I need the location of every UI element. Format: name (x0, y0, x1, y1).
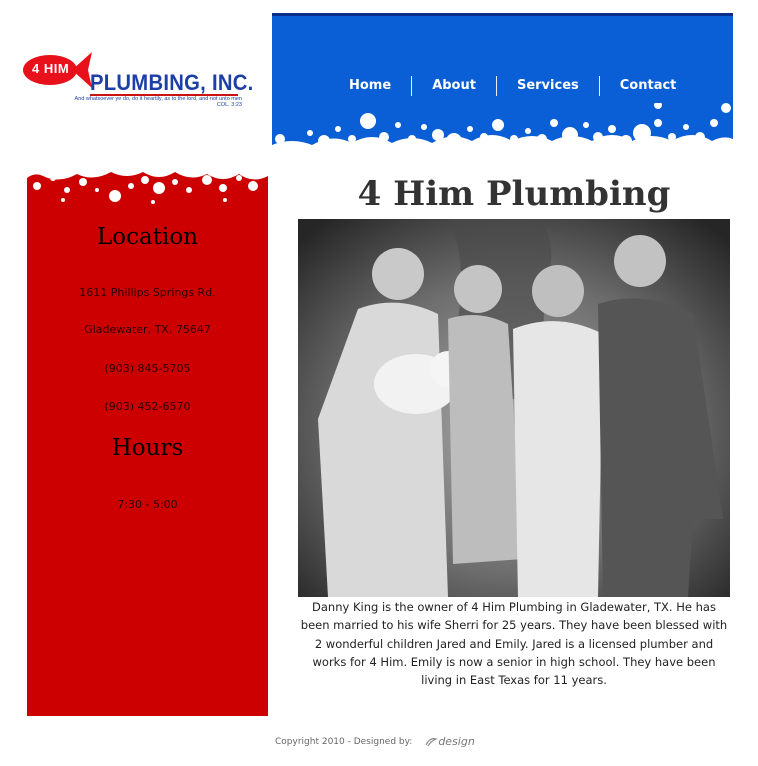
header-banner: Home About Services Contact (272, 13, 733, 163)
address-line2: Gladewater, TX. 75647 (84, 323, 211, 336)
bubbles-decoration (27, 162, 268, 204)
nav-contact[interactable]: Contact (600, 76, 697, 96)
phone-1[interactable]: (903) 845-5705 (27, 362, 268, 375)
hours-text: 7:30 - 5:00 (117, 498, 178, 511)
hours-heading: Hours (111, 435, 184, 461)
sidebar: Location 1611 Phillips Springs Rd. Glade… (27, 162, 268, 716)
logo-verse: And whatsoever ye do, do it heartily, as… (36, 96, 242, 108)
designer-name: design (438, 735, 475, 748)
nav-divider (495, 76, 497, 96)
footer: Copyright 2010 - Designed by: design (275, 735, 475, 748)
main-nav: Home About Services Contact (272, 76, 733, 96)
nav-home[interactable]: Home (329, 76, 411, 96)
page-title: 4 Him Plumbing (357, 174, 671, 214)
designer-logo[interactable]: design (424, 735, 475, 748)
nav-services[interactable]: Services (497, 76, 599, 96)
family-photo-image (298, 219, 730, 597)
nav-divider (598, 76, 600, 96)
footer-copyright: Copyright 2010 - Designed by: (275, 736, 413, 747)
designer-swoosh-icon (425, 738, 439, 747)
family-photo (298, 219, 730, 597)
owner-bio: Danny King is the owner of 4 Him Plumbin… (300, 600, 728, 688)
address-line1: 1611 Phillips Springs Rd. (79, 286, 216, 299)
logo-verse-ref: COL. 3:23 (216, 102, 242, 108)
location-heading: Location (97, 224, 198, 250)
nav-divider (411, 76, 413, 96)
logo-badge-text: 4 HIM (32, 61, 70, 76)
nav-about[interactable]: About (412, 76, 496, 96)
bubbles-decoration (272, 103, 733, 163)
company-logo[interactable]: 4 HIM PLUMBING, INC. And whatsoever ye d… (22, 48, 253, 110)
phone-2[interactable]: (903) 452-6570 (27, 400, 268, 413)
logo-company-name: PLUMBING, INC. (90, 70, 254, 95)
